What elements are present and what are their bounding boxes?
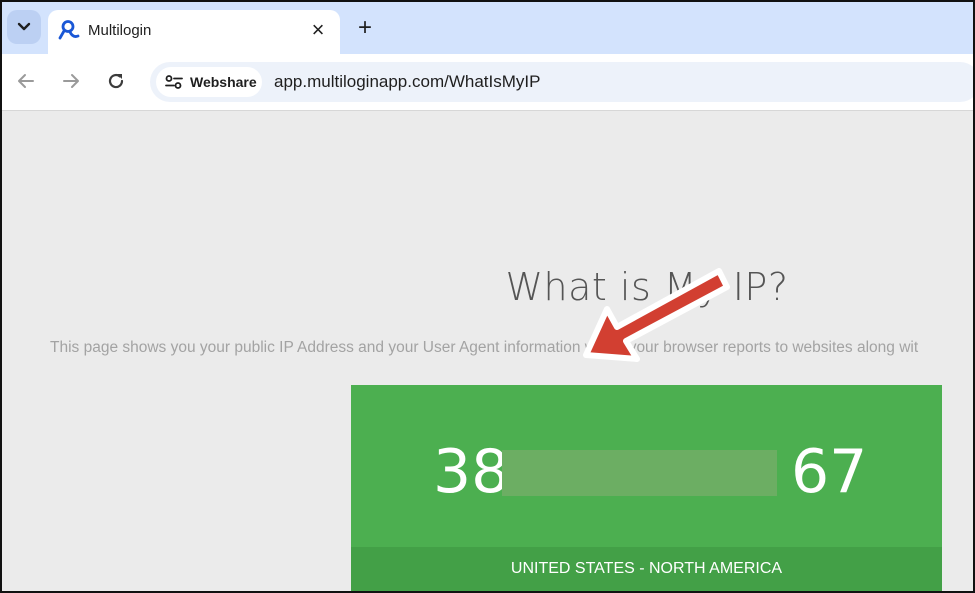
reload-icon (108, 73, 124, 89)
tab-strip: Multilogin × + (2, 2, 973, 54)
ip-address-end: 67 (791, 437, 868, 507)
page-description: This page shows you your public IP Addre… (50, 339, 919, 356)
back-button[interactable] (13, 68, 39, 94)
browser-toolbar: Webshare app.multiloginapp.com/WhatIsMyI… (2, 54, 973, 111)
annotation-arrow-icon (583, 268, 730, 362)
url-text[interactable]: app.multiloginapp.com/WhatIsMyIP (274, 72, 540, 92)
location-bar: UNITED STATES - NORTH AMERICA (351, 547, 942, 591)
tab-multilogin[interactable]: Multilogin × (48, 10, 340, 54)
page-content: What is My IP? This page shows you your … (2, 111, 973, 591)
multilogin-logo-icon (58, 20, 80, 40)
page-title: What is My IP? (505, 265, 789, 309)
site-chip-label: Webshare (190, 74, 257, 90)
tab-title: Multilogin (88, 22, 152, 39)
chevron-down-icon (17, 22, 31, 31)
site-info-chip[interactable]: Webshare (156, 67, 262, 97)
close-tab-button[interactable]: × (306, 18, 330, 42)
close-icon: × (311, 17, 325, 42)
reload-button[interactable] (103, 68, 129, 94)
new-tab-button[interactable]: + (352, 15, 378, 41)
tab-search-button[interactable] (7, 10, 41, 44)
address-bar[interactable]: Webshare app.multiloginapp.com/WhatIsMyI… (150, 62, 973, 102)
back-arrow-icon (18, 74, 34, 88)
ip-address-start: 38 (433, 437, 510, 507)
forward-arrow-icon (63, 74, 79, 88)
location-text: UNITED STATES - NORTH AMERICA (510, 560, 783, 577)
browser-window: Multilogin × + Webshare app.multiloginap… (0, 0, 975, 593)
ip-redaction-block (502, 450, 777, 496)
ip-card: 38 67 UNITED STATES - NORTH AMERICA (351, 385, 942, 591)
forward-button[interactable] (58, 68, 84, 94)
plus-icon: + (357, 14, 372, 41)
tune-icon (165, 75, 183, 89)
